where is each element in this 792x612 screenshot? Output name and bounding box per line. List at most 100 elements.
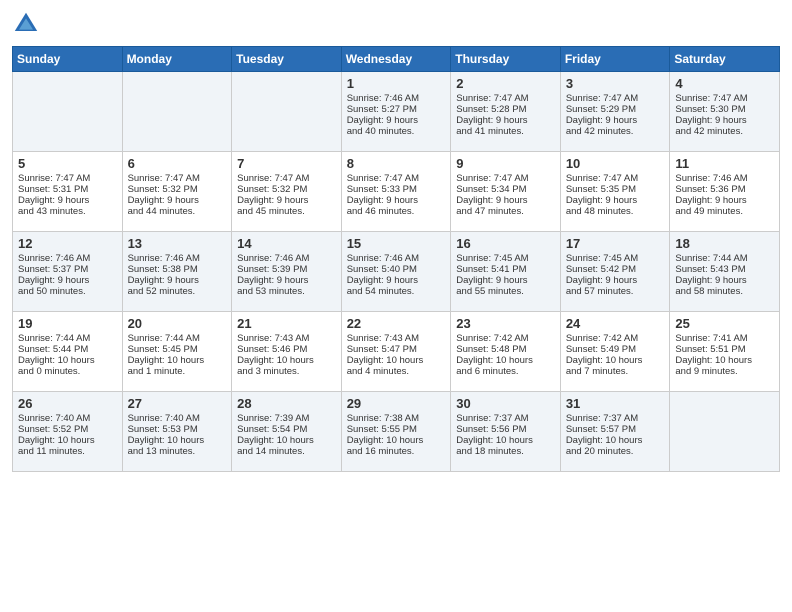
logo-icon bbox=[12, 10, 40, 38]
cell-text: and 52 minutes. bbox=[128, 286, 227, 297]
calendar-cell: 15Sunrise: 7:46 AMSunset: 5:40 PMDayligh… bbox=[341, 232, 451, 312]
cell-text: Sunrise: 7:42 AM bbox=[566, 333, 665, 344]
weekday-header: Saturday bbox=[670, 47, 780, 72]
calendar-cell: 16Sunrise: 7:45 AMSunset: 5:41 PMDayligh… bbox=[451, 232, 561, 312]
cell-text: Daylight: 9 hours bbox=[566, 115, 665, 126]
cell-text: Daylight: 10 hours bbox=[456, 435, 555, 446]
cell-text: and 1 minute. bbox=[128, 366, 227, 377]
calendar-cell: 7Sunrise: 7:47 AMSunset: 5:32 PMDaylight… bbox=[232, 152, 342, 232]
cell-text: Daylight: 9 hours bbox=[18, 195, 117, 206]
cell-text: and 6 minutes. bbox=[456, 366, 555, 377]
cell-text: Sunrise: 7:45 AM bbox=[566, 253, 665, 264]
cell-text: and 45 minutes. bbox=[237, 206, 336, 217]
cell-text: Sunset: 5:38 PM bbox=[128, 264, 227, 275]
cell-text: Sunrise: 7:47 AM bbox=[18, 173, 117, 184]
cell-text: and 20 minutes. bbox=[566, 446, 665, 457]
cell-text: Sunrise: 7:46 AM bbox=[675, 173, 774, 184]
cell-text: Sunrise: 7:46 AM bbox=[128, 253, 227, 264]
cell-text: Sunset: 5:32 PM bbox=[128, 184, 227, 195]
cell-text: and 14 minutes. bbox=[237, 446, 336, 457]
day-number: 12 bbox=[18, 236, 117, 251]
cell-text: Sunrise: 7:47 AM bbox=[675, 93, 774, 104]
cell-text: Daylight: 10 hours bbox=[237, 435, 336, 446]
cell-text: Daylight: 10 hours bbox=[347, 355, 446, 366]
cell-text: Daylight: 9 hours bbox=[675, 195, 774, 206]
cell-text: and 48 minutes. bbox=[566, 206, 665, 217]
day-number: 18 bbox=[675, 236, 774, 251]
cell-text: Sunrise: 7:46 AM bbox=[237, 253, 336, 264]
cell-text: and 13 minutes. bbox=[128, 446, 227, 457]
day-number: 15 bbox=[347, 236, 446, 251]
cell-text: Sunset: 5:35 PM bbox=[566, 184, 665, 195]
cell-text: Sunset: 5:30 PM bbox=[675, 104, 774, 115]
cell-text: and 50 minutes. bbox=[18, 286, 117, 297]
weekday-header: Monday bbox=[122, 47, 232, 72]
cell-text: Sunrise: 7:47 AM bbox=[128, 173, 227, 184]
calendar-week-row: 26Sunrise: 7:40 AMSunset: 5:52 PMDayligh… bbox=[13, 392, 780, 472]
calendar-table: SundayMondayTuesdayWednesdayThursdayFrid… bbox=[12, 46, 780, 472]
cell-text: Sunrise: 7:47 AM bbox=[237, 173, 336, 184]
cell-text: Sunset: 5:56 PM bbox=[456, 424, 555, 435]
calendar-cell: 9Sunrise: 7:47 AMSunset: 5:34 PMDaylight… bbox=[451, 152, 561, 232]
cell-text: Sunset: 5:41 PM bbox=[456, 264, 555, 275]
cell-text: Sunrise: 7:41 AM bbox=[675, 333, 774, 344]
cell-text: Sunset: 5:46 PM bbox=[237, 344, 336, 355]
calendar-cell: 10Sunrise: 7:47 AMSunset: 5:35 PMDayligh… bbox=[560, 152, 670, 232]
day-number: 30 bbox=[456, 396, 555, 411]
cell-text: Sunrise: 7:47 AM bbox=[566, 93, 665, 104]
cell-text: Sunset: 5:37 PM bbox=[18, 264, 117, 275]
calendar-cell: 25Sunrise: 7:41 AMSunset: 5:51 PMDayligh… bbox=[670, 312, 780, 392]
cell-text: Sunset: 5:39 PM bbox=[237, 264, 336, 275]
cell-text: and 57 minutes. bbox=[566, 286, 665, 297]
cell-text: Sunset: 5:48 PM bbox=[456, 344, 555, 355]
cell-text: Sunset: 5:57 PM bbox=[566, 424, 665, 435]
main-container: SundayMondayTuesdayWednesdayThursdayFrid… bbox=[0, 0, 792, 482]
cell-text: Daylight: 9 hours bbox=[237, 275, 336, 286]
cell-text: Daylight: 10 hours bbox=[128, 435, 227, 446]
day-number: 27 bbox=[128, 396, 227, 411]
cell-text: and 41 minutes. bbox=[456, 126, 555, 137]
day-number: 6 bbox=[128, 156, 227, 171]
day-number: 13 bbox=[128, 236, 227, 251]
day-number: 23 bbox=[456, 316, 555, 331]
cell-text: Sunset: 5:51 PM bbox=[675, 344, 774, 355]
cell-text: Sunrise: 7:47 AM bbox=[456, 173, 555, 184]
cell-text: Sunset: 5:55 PM bbox=[347, 424, 446, 435]
cell-text: and 42 minutes. bbox=[566, 126, 665, 137]
cell-text: Sunrise: 7:42 AM bbox=[456, 333, 555, 344]
cell-text: Daylight: 10 hours bbox=[347, 435, 446, 446]
cell-text: and 42 minutes. bbox=[675, 126, 774, 137]
day-number: 28 bbox=[237, 396, 336, 411]
cell-text: Sunrise: 7:47 AM bbox=[347, 173, 446, 184]
cell-text: Daylight: 10 hours bbox=[566, 435, 665, 446]
cell-text: Daylight: 9 hours bbox=[128, 195, 227, 206]
cell-text: Sunset: 5:44 PM bbox=[18, 344, 117, 355]
cell-text: and 53 minutes. bbox=[237, 286, 336, 297]
calendar-cell: 4Sunrise: 7:47 AMSunset: 5:30 PMDaylight… bbox=[670, 72, 780, 152]
calendar-cell: 5Sunrise: 7:47 AMSunset: 5:31 PMDaylight… bbox=[13, 152, 123, 232]
cell-text: Sunset: 5:40 PM bbox=[347, 264, 446, 275]
cell-text: Sunrise: 7:46 AM bbox=[18, 253, 117, 264]
cell-text: Daylight: 9 hours bbox=[675, 275, 774, 286]
weekday-header: Wednesday bbox=[341, 47, 451, 72]
calendar-cell: 31Sunrise: 7:37 AMSunset: 5:57 PMDayligh… bbox=[560, 392, 670, 472]
cell-text: Sunset: 5:31 PM bbox=[18, 184, 117, 195]
cell-text: Sunrise: 7:44 AM bbox=[128, 333, 227, 344]
cell-text: and 18 minutes. bbox=[456, 446, 555, 457]
cell-text: Sunset: 5:36 PM bbox=[675, 184, 774, 195]
cell-text: Daylight: 9 hours bbox=[18, 275, 117, 286]
cell-text: Daylight: 9 hours bbox=[237, 195, 336, 206]
cell-text: and 43 minutes. bbox=[18, 206, 117, 217]
cell-text: Daylight: 9 hours bbox=[347, 115, 446, 126]
cell-text: Daylight: 9 hours bbox=[675, 115, 774, 126]
calendar-cell: 24Sunrise: 7:42 AMSunset: 5:49 PMDayligh… bbox=[560, 312, 670, 392]
cell-text: Sunset: 5:34 PM bbox=[456, 184, 555, 195]
cell-text: and 46 minutes. bbox=[347, 206, 446, 217]
cell-text: Sunset: 5:42 PM bbox=[566, 264, 665, 275]
day-number: 3 bbox=[566, 76, 665, 91]
cell-text: Sunset: 5:43 PM bbox=[675, 264, 774, 275]
weekday-header: Sunday bbox=[13, 47, 123, 72]
calendar-cell bbox=[122, 72, 232, 152]
cell-text: Sunrise: 7:43 AM bbox=[237, 333, 336, 344]
cell-text: Sunset: 5:52 PM bbox=[18, 424, 117, 435]
